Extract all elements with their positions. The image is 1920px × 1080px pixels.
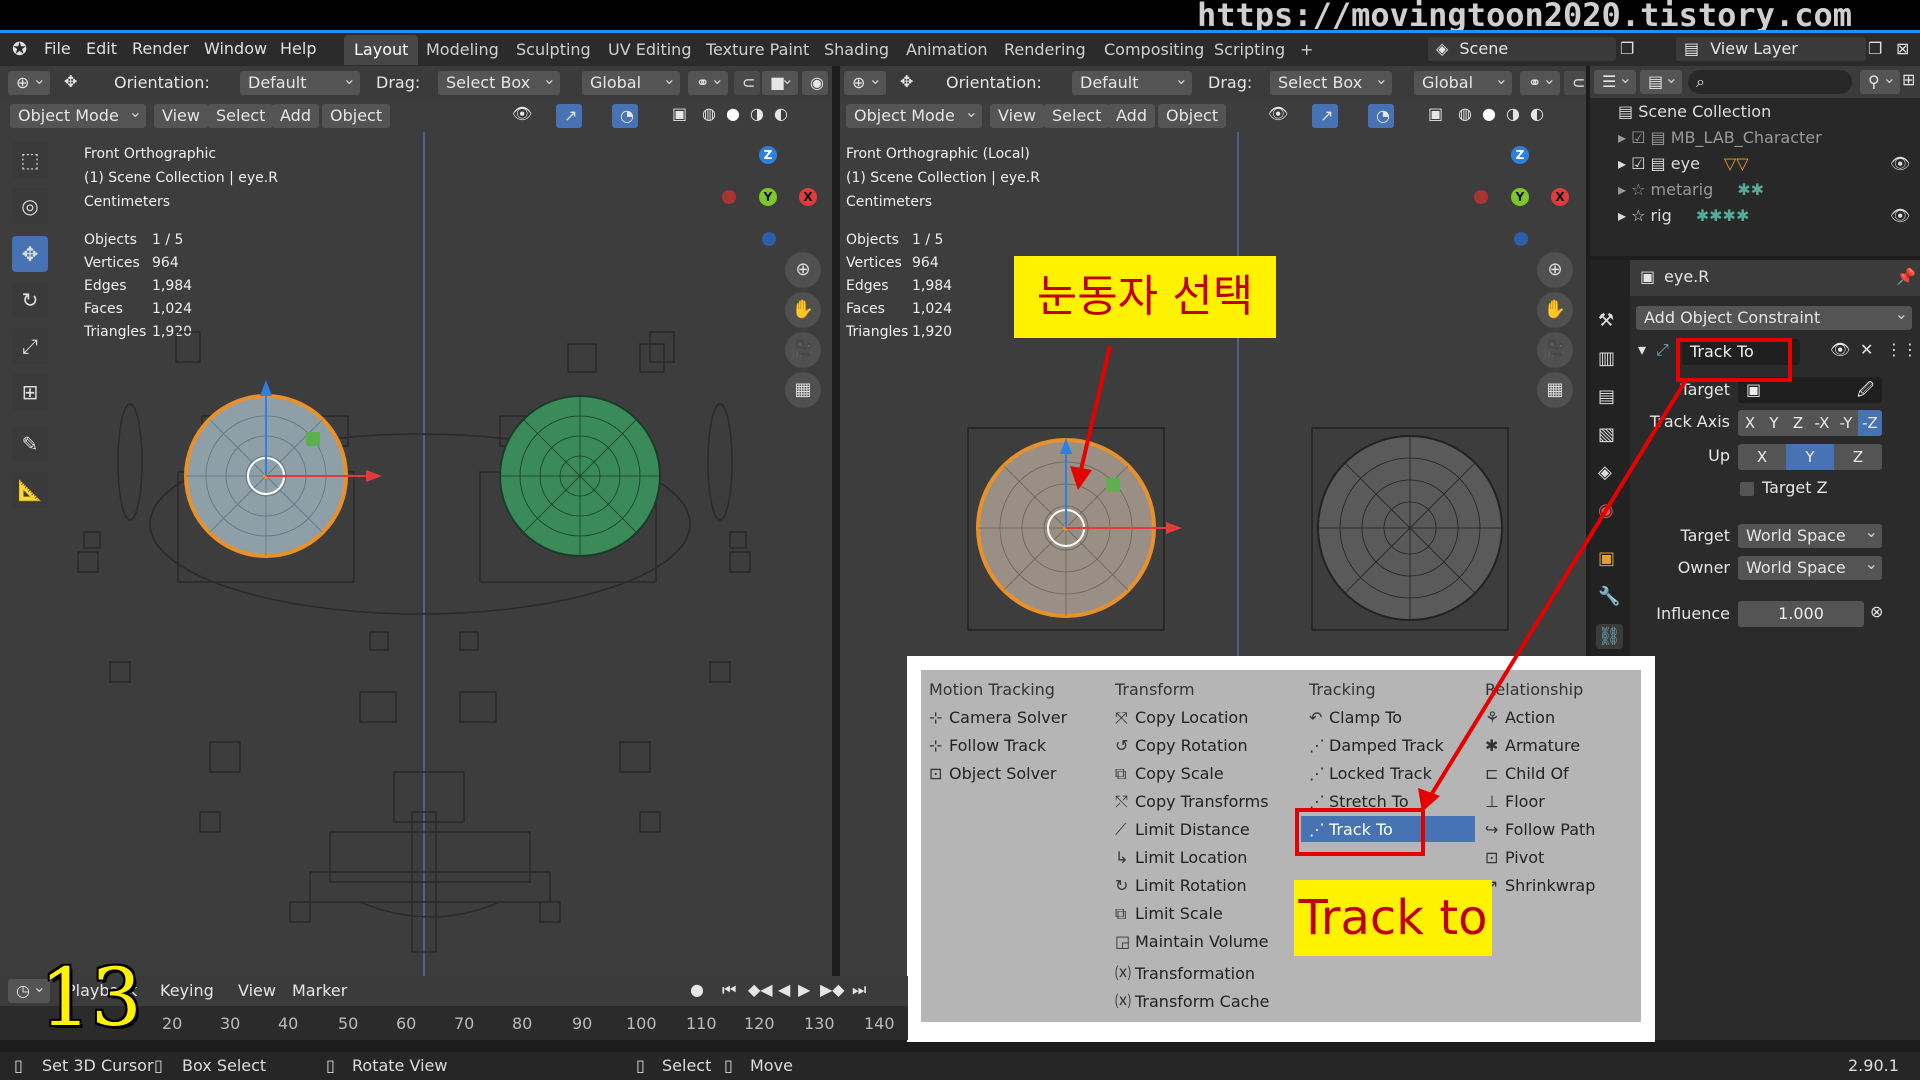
status-rotate-view: Rotate View <box>352 1056 448 1075</box>
record-button-icon[interactable]: ● <box>690 980 704 999</box>
mouse-drag-icon: ▯ <box>154 1056 163 1075</box>
timeline-keying-menu[interactable]: Keying <box>160 981 214 1000</box>
next-keyframe-icon[interactable]: ▶◆ <box>820 980 845 999</box>
step-number: 13 <box>40 951 142 1044</box>
timeline-view-menu[interactable]: View <box>238 981 276 1000</box>
status-move: Move <box>750 1056 793 1075</box>
status-bar: ▯ Set 3D Cursor ▯ Box Select ▯ Rotate Vi… <box>0 1052 1920 1080</box>
timeline-marker-menu[interactable]: Marker <box>292 981 347 1000</box>
status-select: Select <box>662 1056 712 1075</box>
mouse-move-icon: ▯ <box>724 1056 733 1075</box>
annotation-arrows <box>1070 345 1688 812</box>
jump-end-icon[interactable]: ⏭ <box>852 980 866 1000</box>
mouse-middle-icon: ▯ <box>326 1056 335 1075</box>
play-icon[interactable]: ▶ <box>798 980 810 999</box>
mouse-right-icon: ▯ <box>636 1056 645 1075</box>
status-version: 2.90.1 <box>1848 1056 1899 1075</box>
status-box-select: Box Select <box>182 1056 267 1075</box>
play-reverse-icon[interactable]: ◀ <box>778 980 790 999</box>
status-set-3d-cursor: Set 3D Cursor <box>42 1056 154 1075</box>
mouse-left-icon: ▯ <box>14 1056 23 1075</box>
prev-keyframe-icon[interactable]: ◆◀ <box>748 980 773 999</box>
jump-start-icon[interactable]: ⏮ <box>722 980 736 1000</box>
